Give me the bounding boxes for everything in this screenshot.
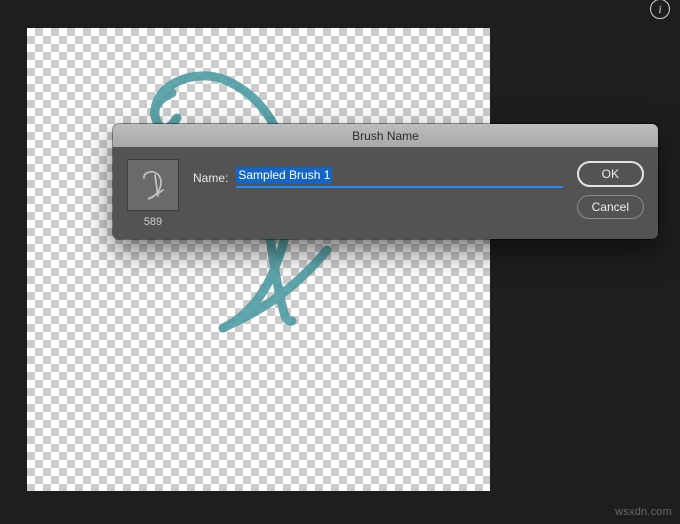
name-field-wrap: Sampled Brush 1 (236, 167, 562, 188)
brush-name-dialog: Brush Name 589 Name: Sampled Brush 1 OK (113, 124, 658, 239)
brush-name-input[interactable] (236, 167, 562, 188)
brush-preview-size: 589 (144, 216, 162, 228)
ok-button[interactable]: OK (577, 161, 644, 187)
brush-stroke (27, 28, 490, 491)
dialog-title: Brush Name (113, 124, 658, 148)
document-canvas[interactable] (27, 28, 490, 491)
brush-preview (127, 159, 179, 211)
info-icon[interactable]: i (650, 0, 670, 19)
cancel-button[interactable]: Cancel (577, 195, 644, 219)
name-label: Name: (193, 171, 228, 185)
watermark: wsxdn.com (615, 506, 672, 518)
info-glyph: i (658, 3, 661, 15)
brush-preview-icon (133, 165, 173, 205)
